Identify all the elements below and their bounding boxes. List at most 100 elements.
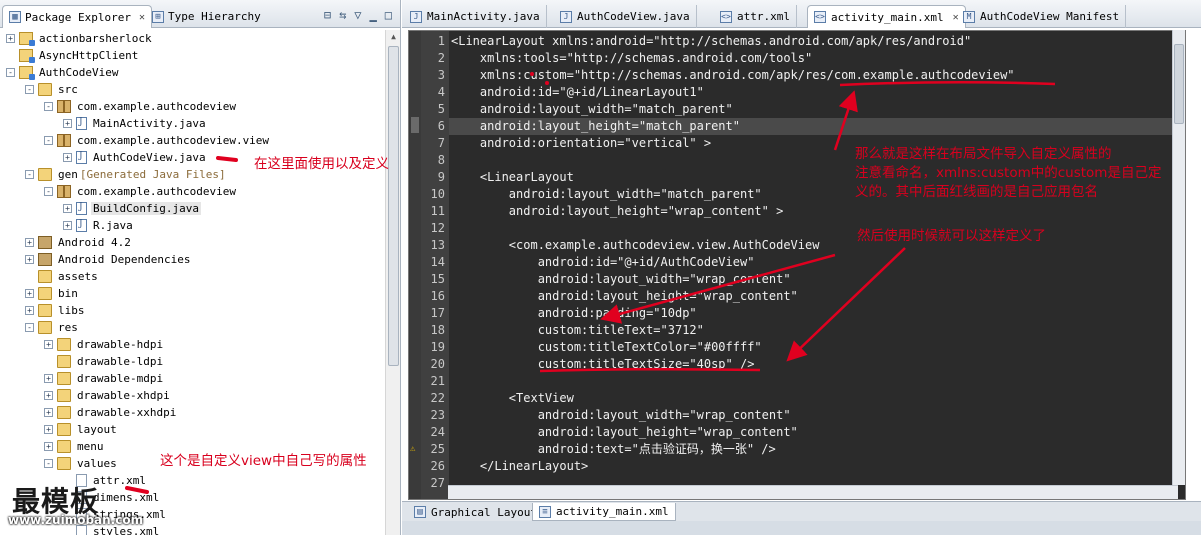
code-line[interactable]: 1 <LinearLayout xmlns:android="http://sch… xyxy=(438,33,1185,50)
expand-icon[interactable]: + xyxy=(44,340,53,349)
scroll-thumb[interactable] xyxy=(1174,44,1184,124)
scroll-thumb[interactable] xyxy=(388,46,399,366)
expand-icon[interactable]: + xyxy=(63,221,72,230)
code-line[interactable]: 13 <com.example.authcodeview.view.AuthCo… xyxy=(431,237,1185,254)
tree-item[interactable]: - com.example.authcodeview.view xyxy=(0,132,384,149)
code-line[interactable]: 2 xmlns:tools="http://schemas.android.co… xyxy=(438,50,1185,67)
expand-icon[interactable]: + xyxy=(63,119,72,128)
code-text: <LinearLayout xyxy=(451,170,574,184)
expand-icon[interactable]: + xyxy=(44,408,53,417)
code-line[interactable]: 16 android:layout_height="wrap_content" xyxy=(431,288,1185,305)
editor-horizontal-scrollbar[interactable] xyxy=(448,485,1178,499)
code-line[interactable]: 17 android:padding="10dp" xyxy=(431,305,1185,322)
expand-icon[interactable]: + xyxy=(6,34,15,43)
tree-item[interactable]: - src xyxy=(0,81,384,98)
tree-item[interactable]: - res xyxy=(0,319,384,336)
code-line[interactable]: 14 android:id="@+id/AuthCodeView" xyxy=(431,254,1185,271)
tree-item[interactable]: + Android Dependencies xyxy=(0,251,384,268)
collapse-icon[interactable]: - xyxy=(25,170,34,179)
tab-graphical-layout[interactable]: ▤ Graphical Layout xyxy=(408,503,543,521)
tree-item[interactable]: + Android 4.2 xyxy=(0,234,384,251)
warning-icon[interactable]: ⚠ xyxy=(410,444,420,454)
code-line[interactable]: 22 <TextView xyxy=(431,390,1185,407)
tree-item-label: gen xyxy=(58,168,78,181)
tree-item[interactable]: + actionbarsherlock xyxy=(0,30,384,47)
expand-icon[interactable]: + xyxy=(63,204,72,213)
code-line[interactable]: 11 android:layout_height="wrap_content" … xyxy=(431,203,1185,220)
tab-label: MainActivity.java xyxy=(427,10,540,23)
tree-item[interactable]: - AuthCodeView xyxy=(0,64,384,81)
tree-item[interactable]: + drawable-hdpi xyxy=(0,336,384,353)
tree-item[interactable]: assets xyxy=(0,268,384,285)
tree-item[interactable]: + bin xyxy=(0,285,384,302)
expand-icon[interactable]: + xyxy=(25,306,34,315)
editor-tab[interactable]: J AuthCodeView.java xyxy=(554,5,697,28)
editor-tab[interactable]: <> attr.xml xyxy=(714,5,797,28)
tab-type-hierarchy[interactable]: ⊞ Type Hierarchy xyxy=(146,5,267,28)
collapse-icon[interactable]: - xyxy=(44,136,53,145)
collapse-icon[interactable]: - xyxy=(44,102,53,111)
collapse-icon[interactable]: - xyxy=(6,68,15,77)
editor-tab[interactable]: M AuthCodeView Manifest xyxy=(957,5,1127,28)
tab-xml-source[interactable]: ≡ activity_main.xml xyxy=(532,503,676,521)
tree-item[interactable]: + drawable-mdpi xyxy=(0,370,384,387)
view-menu-icon[interactable]: ▽ xyxy=(354,8,361,22)
collapse-icon[interactable]: - xyxy=(25,323,34,332)
close-icon[interactable]: ✕ xyxy=(139,12,145,23)
code-line[interactable]: 6 android:layout_height="match_parent" xyxy=(438,118,1185,135)
tree-item[interactable]: - com.example.authcodeview xyxy=(0,183,384,200)
tree-item[interactable]: + MainActivity.java xyxy=(0,115,384,132)
code-line[interactable]: 26 </LinearLayout> xyxy=(431,458,1185,475)
code-text: android:id="@+id/LinearLayout1" xyxy=(451,85,704,99)
expand-icon[interactable]: + xyxy=(63,153,72,162)
code-line[interactable]: 21 xyxy=(431,373,1185,390)
tree-item[interactable]: + libs xyxy=(0,302,384,319)
code-line[interactable]: 5 android:layout_width="match_parent" xyxy=(438,101,1185,118)
line-number: 14 xyxy=(430,255,445,269)
manifest-icon: M xyxy=(963,10,975,23)
code-editor[interactable]: 1 <LinearLayout xmlns:android="http://sch… xyxy=(408,30,1186,500)
tree-item[interactable]: + drawable-xxhdpi xyxy=(0,404,384,421)
folder-icon xyxy=(38,168,52,181)
code-line[interactable]: 20 custom:titleTextSize="40sp" /> xyxy=(431,356,1185,373)
tree-scrollbar[interactable]: ▲ xyxy=(385,30,400,535)
expand-icon[interactable]: + xyxy=(44,391,53,400)
code-line[interactable]: 24 android:layout_height="wrap_content" xyxy=(431,424,1185,441)
collapse-icon[interactable]: - xyxy=(25,85,34,94)
expand-icon[interactable]: + xyxy=(44,442,53,451)
line-number: 5 xyxy=(437,102,445,116)
code-line[interactable]: 4 android:id="@+id/LinearLayout1" xyxy=(438,84,1185,101)
maximize-icon[interactable]: □ xyxy=(385,8,392,22)
code-line[interactable]: 25 ⚠ android:text="点击验证码，换一张" /> xyxy=(410,441,1185,458)
expand-icon[interactable]: + xyxy=(44,374,53,383)
tree-item[interactable]: drawable-ldpi xyxy=(0,353,384,370)
editor-tab[interactable]: J MainActivity.java xyxy=(404,5,547,28)
expand-icon[interactable]: + xyxy=(25,289,34,298)
expand-icon[interactable]: + xyxy=(25,255,34,264)
editor-tab[interactable]: <> activity_main.xml ✕ xyxy=(807,5,966,28)
tree-item[interactable]: + layout xyxy=(0,421,384,438)
expand-icon[interactable]: + xyxy=(25,238,34,247)
minimize-icon[interactable]: ▁ xyxy=(370,8,377,22)
tree-item[interactable]: + R.java xyxy=(0,217,384,234)
tree-item[interactable]: + drawable-xhdpi xyxy=(0,387,384,404)
code-line[interactable]: 23 android:layout_width="wrap_content" xyxy=(431,407,1185,424)
expand-icon[interactable]: + xyxy=(44,425,53,434)
code-line[interactable]: 12 xyxy=(431,220,1185,237)
collapse-icon[interactable]: - xyxy=(44,187,53,196)
collapse-icon[interactable]: - xyxy=(44,459,53,468)
code-line[interactable]: 18 custom:titleText="3712" xyxy=(431,322,1185,339)
tree-item[interactable]: - com.example.authcodeview xyxy=(0,98,384,115)
xml-file-icon: <> xyxy=(814,11,826,23)
collapse-all-icon[interactable]: ⊟ xyxy=(324,8,331,22)
tree-item[interactable]: + BuildConfig.java xyxy=(0,200,384,217)
scroll-up-icon[interactable]: ▲ xyxy=(388,32,399,43)
code-line[interactable]: 15 android:layout_width="wrap_content" xyxy=(431,271,1185,288)
annotation-line: 那么就是这样在布局文件导入自定义属性的 xyxy=(855,146,1112,162)
tree-item[interactable]: AsyncHttpClient xyxy=(0,47,384,64)
code-line[interactable]: 3 xmlns:custom="http://schemas.android.c… xyxy=(438,67,1185,84)
code-line[interactable]: 19 custom:titleTextColor="#00ffff" xyxy=(431,339,1185,356)
editor-vertical-scrollbar[interactable] xyxy=(1172,30,1185,485)
tab-package-explorer[interactable]: ▦ Package Explorer ✕ xyxy=(2,5,152,28)
link-editor-icon[interactable]: ⇆ xyxy=(339,8,346,22)
